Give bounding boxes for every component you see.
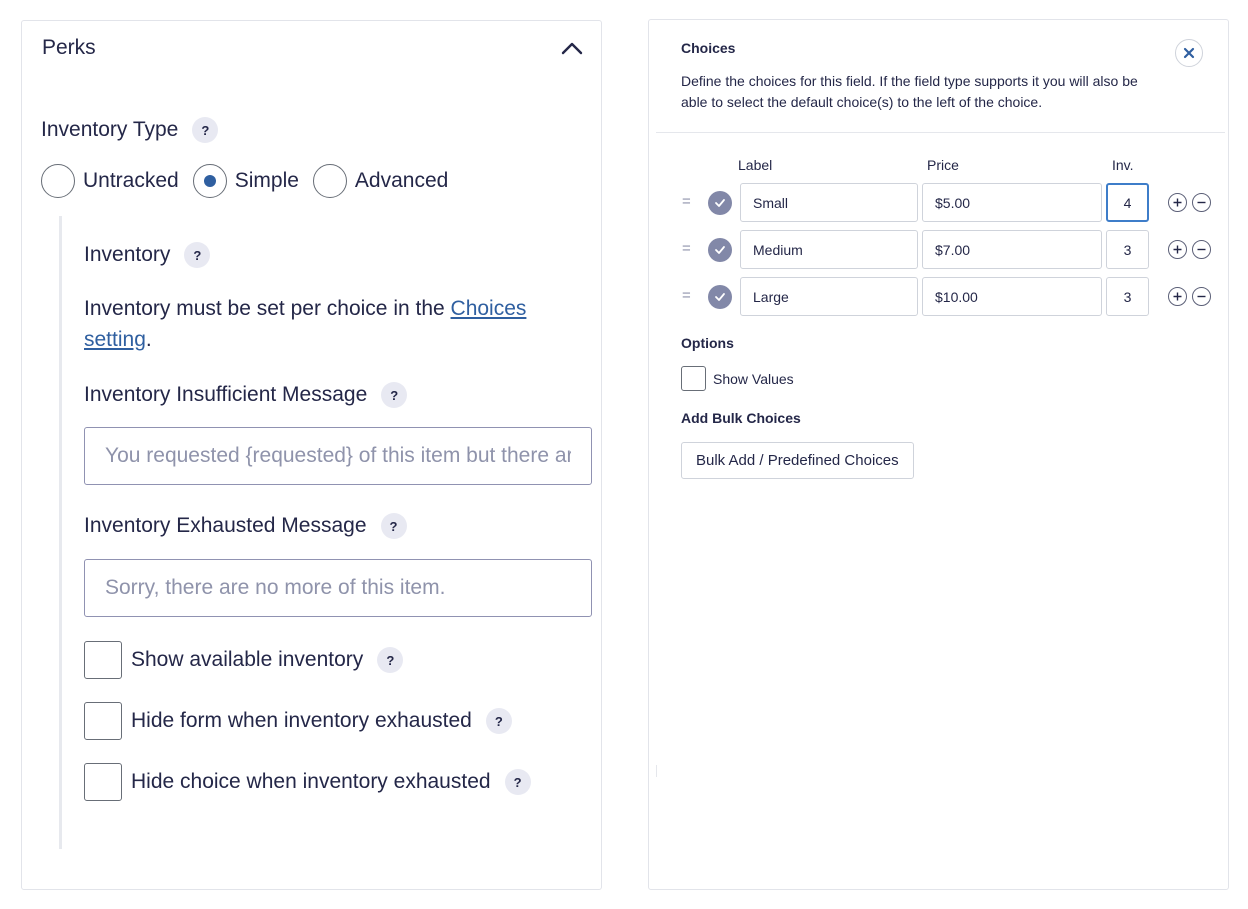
column-header-price: Price: [927, 157, 959, 173]
perks-panel-header: Perks: [42, 35, 585, 61]
radio-untracked-circle[interactable]: [41, 164, 75, 198]
inventory-info-text: Inventory must be set per choice in the …: [84, 293, 584, 355]
default-choice-check-icon[interactable]: [708, 191, 732, 215]
hide-form-checkbox[interactable]: [84, 702, 122, 740]
perks-panel-title: Perks: [42, 36, 96, 59]
show-available-inventory-option[interactable]: Show available inventory ?: [84, 641, 404, 679]
bulk-add-button[interactable]: Bulk Add / Predefined Choices: [681, 442, 914, 479]
show-available-inventory-checkbox[interactable]: [84, 641, 122, 679]
exhausted-message-input[interactable]: [84, 559, 592, 617]
perks-panel: Perks Inventory Type ? Untracked Simple …: [21, 20, 602, 890]
radio-advanced-circle[interactable]: [312, 164, 347, 198]
choice-price-input[interactable]: [922, 183, 1102, 222]
radio-untracked[interactable]: Untracked: [41, 164, 179, 198]
remove-choice-minus-icon[interactable]: [1192, 193, 1211, 212]
choice-inv-input[interactable]: [1106, 230, 1149, 269]
add-choice-plus-icon[interactable]: [1168, 193, 1187, 212]
column-header-label: Label: [738, 157, 773, 173]
radio-simple-label: Simple: [234, 169, 299, 192]
insufficient-message-help-icon[interactable]: ?: [381, 382, 408, 408]
insufficient-message-input[interactable]: [84, 427, 592, 485]
inventory-info-prefix: Inventory must be set per choice in the: [84, 297, 451, 320]
add-choice-plus-icon[interactable]: [1168, 240, 1187, 259]
exhausted-message-help-icon[interactable]: ?: [380, 513, 407, 539]
hide-form-label: Hide form when inventory exhausted: [131, 709, 472, 732]
add-choice-plus-icon[interactable]: [1168, 287, 1187, 306]
hide-form-help-icon[interactable]: ?: [485, 708, 512, 734]
inventory-help-icon[interactable]: ?: [184, 242, 211, 268]
remove-choice-minus-icon[interactable]: [1192, 287, 1211, 306]
radio-selected-dot: [203, 175, 216, 187]
hide-form-option[interactable]: Hide form when inventory exhausted ?: [84, 702, 512, 740]
default-choice-check-icon[interactable]: [708, 238, 732, 262]
insufficient-message-label-text: Inventory Insufficient Message: [84, 383, 368, 406]
close-icon[interactable]: [1175, 39, 1203, 67]
choices-title: Choices: [681, 40, 736, 56]
remove-choice-minus-icon[interactable]: [1192, 240, 1211, 259]
inventory-type-label-text: Inventory Type: [41, 118, 179, 141]
choice-row: =: [682, 277, 1212, 317]
radio-simple-circle[interactable]: [192, 164, 227, 198]
choice-price-input[interactable]: [922, 230, 1102, 269]
column-header-inv: Inv.: [1112, 157, 1134, 173]
radio-advanced-label: Advanced: [354, 169, 449, 192]
show-values-checkbox[interactable]: [681, 366, 706, 391]
drag-handle-icon[interactable]: =: [682, 287, 691, 305]
hide-choice-option[interactable]: Hide choice when inventory exhausted ?: [84, 763, 531, 801]
choice-price-input[interactable]: [922, 277, 1102, 316]
inventory-type-help-icon[interactable]: ?: [192, 117, 219, 143]
inventory-label: Inventory ?: [84, 242, 211, 268]
radio-simple[interactable]: Simple: [192, 164, 299, 198]
drag-handle-icon[interactable]: =: [682, 193, 691, 211]
add-bulk-choices-label: Add Bulk Choices: [681, 410, 801, 426]
collapse-chevron-up-icon[interactable]: [559, 35, 585, 61]
default-choice-check-icon[interactable]: [708, 285, 732, 309]
exhausted-message-label: Inventory Exhausted Message ?: [84, 513, 407, 539]
hide-choice-label: Hide choice when inventory exhausted: [131, 770, 491, 793]
inventory-type-label: Inventory Type ?: [41, 117, 219, 143]
show-available-inventory-help-icon[interactable]: ?: [377, 647, 404, 673]
resize-mark: [656, 765, 657, 777]
choice-row: =: [682, 230, 1212, 270]
options-label: Options: [681, 335, 734, 351]
choice-label-input[interactable]: [740, 277, 918, 316]
radio-untracked-label: Untracked: [83, 169, 179, 192]
choice-row: =: [682, 183, 1212, 223]
choice-inv-input[interactable]: [1106, 183, 1149, 222]
hide-choice-help-icon[interactable]: ?: [504, 769, 531, 795]
choices-description: Define the choices for this field. If th…: [681, 73, 1138, 110]
choice-inv-input[interactable]: [1106, 277, 1149, 316]
drag-handle-icon[interactable]: =: [682, 240, 691, 258]
hide-choice-checkbox[interactable]: [84, 763, 122, 801]
insufficient-message-label: Inventory Insufficient Message ?: [84, 382, 408, 408]
exhausted-message-label-text: Inventory Exhausted Message: [84, 514, 367, 537]
choices-panel: Choices Define the choices for this fiel…: [648, 19, 1229, 890]
choice-label-input[interactable]: [740, 230, 918, 269]
choices-divider: [656, 132, 1225, 133]
indent-divider: [59, 216, 62, 849]
choice-label-input[interactable]: [740, 183, 918, 222]
show-values-label: Show Values: [713, 370, 794, 387]
show-available-inventory-label: Show available inventory: [131, 648, 364, 671]
inventory-label-text: Inventory: [84, 243, 171, 266]
inventory-type-radio-group: Untracked Simple Advanced: [41, 164, 462, 198]
inventory-info-suffix: .: [145, 328, 152, 351]
show-values-option[interactable]: Show Values: [681, 366, 794, 391]
radio-advanced[interactable]: Advanced: [312, 164, 449, 198]
